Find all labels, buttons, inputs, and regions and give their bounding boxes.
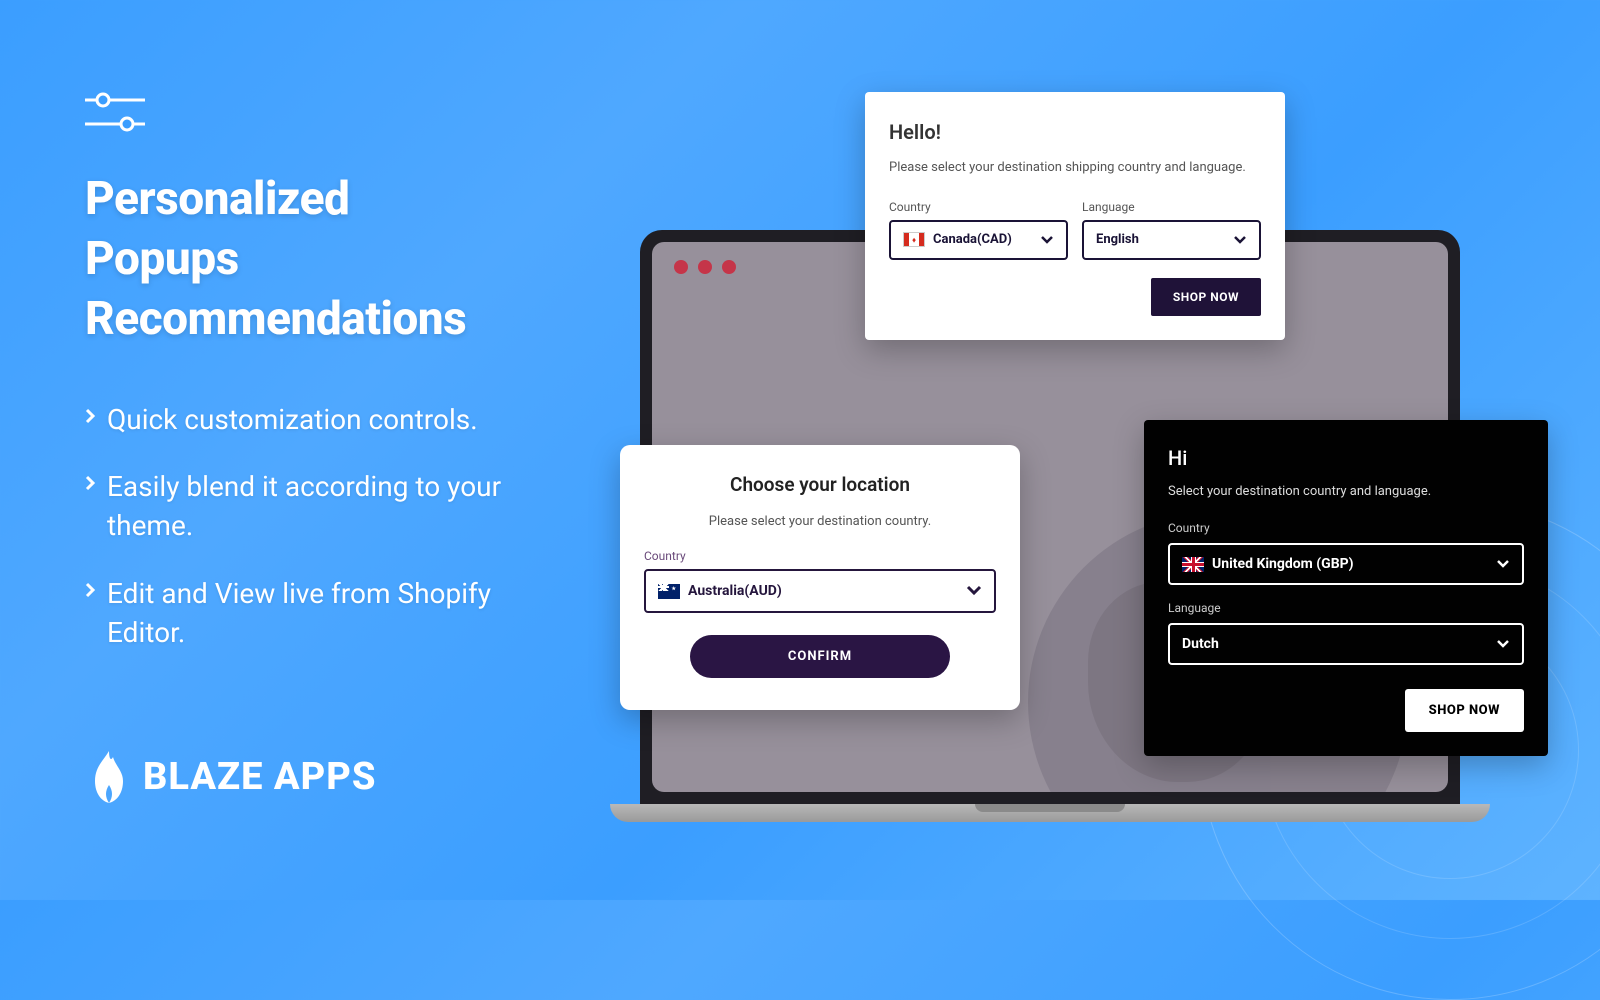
shop-now-button[interactable]: SHOP NOW (1151, 278, 1261, 316)
chevron-down-icon (1496, 639, 1510, 649)
popup-title: Choose your location (644, 473, 996, 496)
heading-line: Popups (85, 230, 466, 290)
uk-flag-icon (1182, 557, 1204, 572)
chevron-right-icon (85, 475, 97, 491)
page-title: Personalized Popups Recommendations (85, 170, 466, 349)
field-label: Language (1168, 601, 1524, 615)
dropdown-value: United Kingdom (GBP) (1212, 556, 1354, 572)
popup-choose-location: Choose your location Please select your … (620, 445, 1020, 710)
chevron-right-icon (85, 408, 97, 424)
country-dropdown[interactable]: Australia(AUD) (644, 569, 996, 613)
dropdown-value: Australia(AUD) (688, 583, 782, 599)
heading-line: Recommendations (85, 290, 466, 350)
language-field: Language English (1082, 200, 1261, 260)
brand-name: BLAZE APPS (143, 755, 376, 799)
popup-subtitle: Please select your destination country. (644, 514, 996, 529)
window-dot-icon (722, 260, 736, 274)
list-item: Quick customization controls. (85, 400, 525, 439)
brand-logo: BLAZE APPS (85, 749, 376, 805)
chevron-down-icon (1233, 235, 1247, 245)
flame-icon (85, 749, 133, 805)
chevron-down-icon (1496, 559, 1510, 569)
shop-now-button[interactable]: SHOP NOW (1405, 689, 1524, 732)
confirm-button[interactable]: CONFIRM (690, 635, 950, 678)
field-label: Language (1082, 200, 1261, 214)
dropdown-value: English (1096, 232, 1139, 247)
popup-hello: Hello! Please select your destination sh… (865, 92, 1285, 340)
laptop-notch (975, 804, 1125, 812)
popup-subtitle: Please select your destination shipping … (889, 158, 1261, 178)
bullet-text: Quick customization controls. (107, 400, 478, 439)
list-item: Edit and View live from Shopify Editor. (85, 574, 525, 652)
list-item: Easily blend it according to your theme. (85, 467, 525, 545)
dropdown-value: Canada(CAD) (933, 232, 1012, 247)
chevron-right-icon (85, 582, 97, 598)
country-dropdown[interactable]: ♦ Canada(CAD) (889, 220, 1068, 260)
chevron-down-icon (966, 585, 982, 597)
country-field: Country ♦ Canada(CAD) (889, 200, 1068, 260)
popup-title: Hi (1168, 446, 1524, 470)
popup-hi-dark: Hi Select your destination country and l… (1144, 420, 1548, 756)
field-label: Country (1168, 521, 1524, 535)
dropdown-value: Dutch (1182, 636, 1219, 652)
chevron-down-icon (1040, 235, 1054, 245)
popup-title: Hello! (889, 120, 1261, 144)
heading-line: Personalized (85, 170, 466, 230)
field-label: Country (644, 549, 996, 563)
field-label: Country (889, 200, 1068, 214)
window-dot-icon (698, 260, 712, 274)
sliders-icon (85, 88, 155, 138)
language-dropdown[interactable]: Dutch (1168, 623, 1524, 665)
australia-flag-icon (658, 584, 680, 599)
language-dropdown[interactable]: English (1082, 220, 1261, 260)
canada-flag-icon: ♦ (903, 232, 925, 247)
bullet-text: Easily blend it according to your theme. (107, 467, 525, 545)
laptop-base (610, 804, 1490, 822)
feature-list: Quick customization controls. Easily ble… (85, 400, 525, 680)
country-dropdown[interactable]: United Kingdom (GBP) (1168, 543, 1524, 585)
window-dot-icon (674, 260, 688, 274)
popup-subtitle: Select your destination country and lang… (1168, 484, 1524, 499)
bullet-text: Edit and View live from Shopify Editor. (107, 574, 525, 652)
